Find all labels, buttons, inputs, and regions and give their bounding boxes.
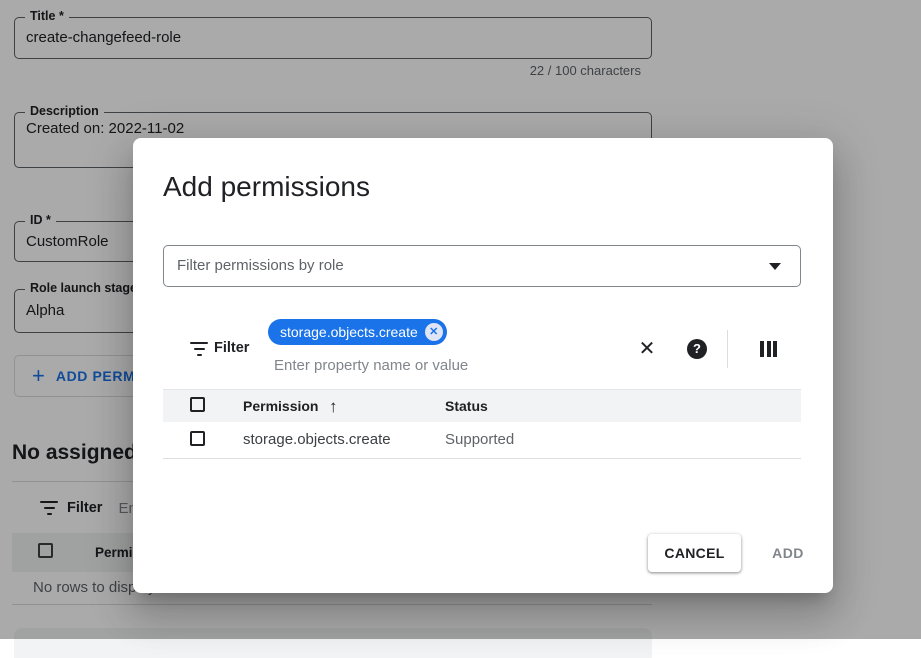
status-column-header: Status (445, 390, 488, 423)
toolbar-divider (727, 330, 728, 368)
cancel-button[interactable]: CANCEL (648, 534, 741, 572)
sort-ascending-icon[interactable]: ↑ (329, 390, 338, 423)
filter-by-role-placeholder: Filter permissions by role (177, 246, 344, 286)
permission-column-header[interactable]: Permission (243, 390, 318, 423)
add-permissions-dialog: Add permissions Filter permissions by ro… (133, 138, 833, 593)
chip-remove-icon[interactable]: ✕ (425, 323, 443, 341)
chevron-down-icon (769, 263, 781, 270)
filter-by-role-dropdown[interactable]: Filter permissions by role (163, 245, 801, 287)
table-row[interactable]: storage.objects.create Supported (163, 422, 801, 459)
filter-funnel-icon (190, 342, 208, 356)
dialog-title: Add permissions (163, 171, 370, 203)
filter-chip[interactable]: storage.objects.create ✕ (268, 319, 447, 345)
permission-cell: storage.objects.create (243, 422, 391, 458)
help-icon[interactable]: ? (687, 339, 707, 359)
filter-chip-label: storage.objects.create (280, 324, 418, 340)
status-cell: Supported (445, 422, 514, 458)
clear-filter-icon[interactable]: ✕ (635, 337, 659, 361)
filter-input[interactable]: Enter property name or value (274, 357, 468, 374)
add-button[interactable]: ADD (755, 534, 821, 572)
filter-label: Filter (214, 340, 249, 356)
column-display-options-icon[interactable] (760, 341, 777, 357)
row-checkbox[interactable] (190, 431, 205, 446)
permissions-table-header: Permission ↑ Status (163, 389, 801, 422)
select-all-checkbox[interactable] (190, 397, 205, 412)
